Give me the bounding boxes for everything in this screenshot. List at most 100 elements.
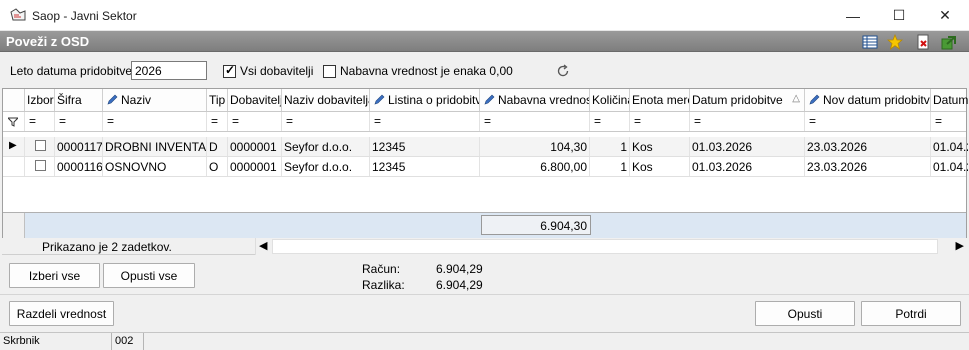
cell-datum2: 01.04.2 <box>933 160 968 174</box>
col-header-naziv[interactable]: Naziv <box>103 89 207 111</box>
scroll-right-icon[interactable]: ▶ <box>956 239 964 252</box>
filter-izbor[interactable]: = <box>25 112 55 131</box>
grid-status-row: Prikazano je 2 zadetkov. ◀ ▶ <box>2 238 967 255</box>
filter-op: = <box>594 114 602 128</box>
minimize-button[interactable]: — <box>830 0 876 31</box>
razlika-value: 6.904,29 <box>436 278 483 292</box>
grid-header: Izbor Šifra Naziv Tip Dobavitelj Naziv d… <box>3 89 968 112</box>
filter-listina[interactable]: = <box>370 112 480 131</box>
favorite-star-icon[interactable] <box>887 34 903 50</box>
cell-nabavna[interactable]: 104,30 <box>480 137 590 156</box>
cell-nov-datum[interactable]: 23.03.2026 <box>805 157 931 176</box>
cell-izbor[interactable] <box>25 137 55 156</box>
col-header-tip[interactable]: Tip <box>207 89 228 111</box>
col-header-nov-datum[interactable]: Nov datum pridobitve <box>805 89 931 111</box>
col-header-datum-label: Datum pridobitve <box>692 93 783 107</box>
cell-enota: Kos <box>630 137 690 156</box>
filter-op: = <box>484 114 492 128</box>
zero-value-checkbox[interactable] <box>323 65 336 78</box>
delete-doc-icon[interactable] <box>915 34 931 50</box>
filter-nov-datum[interactable]: = <box>805 112 931 131</box>
row-select-checkbox[interactable] <box>35 140 46 151</box>
grid-settings-icon[interactable] <box>862 34 878 50</box>
select-all-button[interactable]: Izberi vse <box>9 263 100 288</box>
form-header: Poveži z OSD <box>0 31 969 52</box>
filter-datum2[interactable]: = <box>931 112 968 131</box>
col-header-dobavitelj[interactable]: Dobavitelj <box>228 89 282 111</box>
all-suppliers-checkbox[interactable] <box>223 63 236 78</box>
cell-datum2: 01.04.2 <box>933 140 968 154</box>
filter-sifra[interactable]: = <box>55 112 103 131</box>
col-header-nabavna-label: Nabavna vrednost <box>498 93 590 107</box>
cell-naziv[interactable]: OSNOVNO <box>103 157 207 176</box>
close-icon: ✕ <box>939 7 951 23</box>
col-header-izbor[interactable]: Izbor <box>25 89 55 111</box>
close-button[interactable]: ✕ <box>922 0 968 31</box>
status-user: Skrbnik <box>0 333 112 350</box>
cell-nov-datum[interactable]: 23.03.2026 <box>805 137 931 156</box>
confirm-button[interactable]: Potrdi <box>861 301 961 326</box>
racun-label: Račun: <box>362 262 401 276</box>
record-count: Prikazano je 2 zadetkov. <box>42 240 172 254</box>
col-header-kolicina[interactable]: Količina <box>590 89 630 111</box>
filter-naziv-dobavitelja[interactable]: = <box>282 112 370 131</box>
row-indicator: ▶ <box>3 137 25 156</box>
filter-datum[interactable]: = <box>690 112 805 131</box>
cell-kolicina: 1 <box>590 157 630 176</box>
col-header-sifra[interactable]: Šifra <box>55 89 103 111</box>
cell-kolicina: 1 <box>590 137 630 156</box>
col-header-enota[interactable]: Enota mere <box>630 89 690 111</box>
filter-op: = <box>374 114 382 128</box>
cell-izbor[interactable] <box>25 157 55 176</box>
col-header-listina[interactable]: Listina o pridobitvi <box>370 89 480 111</box>
split-value-button[interactable]: Razdeli vrednost <box>9 301 114 326</box>
deselect-all-button[interactable]: Opusti vse <box>103 263 195 288</box>
cell-listina[interactable]: 12345 <box>370 137 480 156</box>
filter-nabavna[interactable]: = <box>480 112 590 131</box>
cell-listina[interactable]: 12345 <box>370 157 480 176</box>
col-header-naziv-dobavitelja[interactable]: Naziv dobavitelja <box>282 89 370 111</box>
filter-kolicina[interactable]: = <box>590 112 630 131</box>
row-select-checkbox[interactable] <box>35 160 46 171</box>
maximize-button[interactable]: ☐ <box>876 0 922 31</box>
cell-tip: O <box>207 157 228 176</box>
cancel-button[interactable]: Opusti <box>755 301 855 326</box>
horizontal-scrollbar[interactable]: ◀ ▶ <box>255 238 967 255</box>
col-header-datum2[interactable]: Datum <box>931 89 968 111</box>
col-header-nabavna[interactable]: Nabavna vrednost <box>480 89 590 111</box>
col-header-datum[interactable]: Datum pridobitve △ <box>690 89 805 111</box>
filter-op: = <box>29 114 37 128</box>
filter-op: = <box>634 114 642 128</box>
scroll-thumb[interactable] <box>272 239 938 254</box>
filter-panel: Leto datuma pridobitve Vsi dobavitelji N… <box>0 52 969 88</box>
status-code: 002 <box>112 333 144 350</box>
filter-enota[interactable]: = <box>630 112 690 131</box>
filter-op: = <box>694 114 702 128</box>
cell-sifra: 0000117 <box>55 137 103 156</box>
filter-naziv[interactable]: = <box>103 112 207 131</box>
scroll-left-icon[interactable]: ◀ <box>259 239 267 252</box>
total-nabavna: 6.904,30 <box>481 215 591 235</box>
table-row[interactable]: ▶ 0000117 DROBNI INVENTAR D 0000001 Seyf… <box>3 137 968 157</box>
table-row[interactable]: 0000116 OSNOVNO O 0000001 Seyfor d.o.o. … <box>3 157 968 177</box>
export-green-icon[interactable] <box>941 34 957 50</box>
cell-naziv[interactable]: DROBNI INVENTAR <box>103 137 207 156</box>
current-row-arrow-icon: ▶ <box>9 140 17 151</box>
data-grid: Izbor Šifra Naziv Tip Dobavitelj Naziv d… <box>2 88 968 238</box>
divider <box>0 294 969 295</box>
cell-nabavna[interactable]: 6.800,00 <box>480 157 590 176</box>
filter-icon-cell[interactable] <box>3 112 25 131</box>
cell-naziv-dobavitelja: Seyfor d.o.o. <box>282 137 370 156</box>
filter-op: = <box>232 114 240 128</box>
refresh-icon[interactable] <box>556 64 570 78</box>
sort-asc-icon: △ <box>792 93 800 104</box>
year-input[interactable] <box>131 61 207 80</box>
all-suppliers-label: Vsi dobavitelji <box>240 64 314 78</box>
cell-naziv-dobavitelja: Seyfor d.o.o. <box>282 157 370 176</box>
filter-tip[interactable]: = <box>207 112 228 131</box>
edit-pencil-icon <box>484 94 495 105</box>
filter-dobavitelj[interactable]: = <box>228 112 282 131</box>
col-header-listina-label: Listina o pridobitvi <box>388 93 480 107</box>
row-indicator-header <box>3 89 25 111</box>
window-title: Saop - Javni Sektor <box>32 9 137 23</box>
